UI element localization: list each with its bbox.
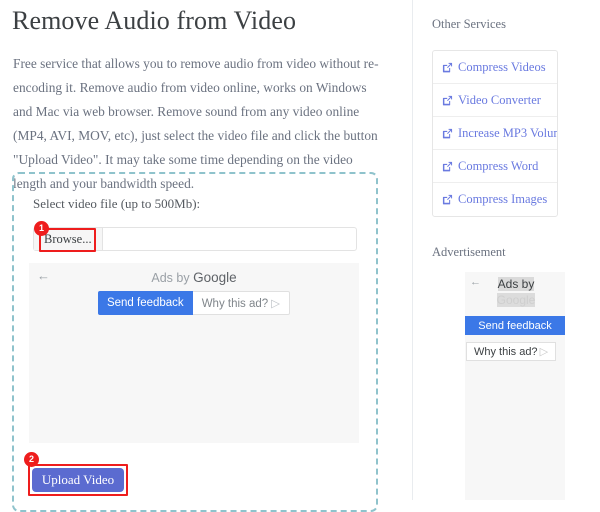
caret-icon: ▷ (271, 298, 281, 310)
why-this-ad-button[interactable]: Why this ad? ▷ (466, 342, 556, 361)
ad-back-arrow-icon[interactable]: ← (470, 277, 481, 288)
send-feedback-button[interactable]: Send feedback (465, 316, 565, 335)
annotation-badge-2: 2 (24, 452, 39, 467)
page-title: Remove Audio from Video (12, 6, 297, 35)
sidebar-google-ad: ← Ads by Google Send feedback Why this a… (465, 272, 565, 500)
other-services-heading: Other Services (432, 17, 506, 31)
annotation-badge-1: 1 (34, 221, 49, 236)
page-root: Remove Audio from Video Free service tha… (0, 0, 600, 512)
other-services-list: Compress Videos Video Converter Increase… (432, 50, 558, 217)
why-this-ad-label: Why this ad? (201, 298, 269, 310)
external-link-icon (442, 62, 453, 73)
ads-by-google-label: Ads by Google (29, 270, 359, 285)
upload-video-button[interactable]: Upload Video (32, 468, 124, 492)
main-content-column: Remove Audio from Video Free service tha… (0, 0, 400, 512)
ads-by-text: Ads by (497, 277, 535, 291)
sidebar-item-compress-videos[interactable]: Compress Videos (433, 51, 557, 84)
external-link-icon (442, 194, 453, 205)
sidebar-item-label: Video Converter (458, 92, 541, 107)
ads-by-google-label: Ads by Google (485, 276, 547, 308)
sidebar-item-increase-mp3-volume[interactable]: Increase MP3 Volume (433, 117, 557, 150)
sidebar-item-compress-word[interactable]: Compress Word (433, 150, 557, 183)
sidebar-item-video-converter[interactable]: Video Converter (433, 84, 557, 117)
ads-by-text: Ads by (151, 271, 190, 285)
sidebar-item-label: Compress Word (458, 158, 539, 173)
sidebar-item-label: Compress Videos (458, 59, 546, 74)
google-wordmark: Google (193, 270, 237, 285)
file-input[interactable]: Browse... (33, 227, 357, 251)
external-link-icon (442, 95, 453, 106)
ad-button-row: Send feedback Why this ad? ▷ (29, 291, 359, 315)
sidebar-item-compress-images[interactable]: Compress Images (433, 183, 557, 216)
external-link-icon (442, 161, 453, 172)
external-link-icon (442, 128, 453, 139)
why-this-ad-button[interactable]: Why this ad? ▷ (192, 291, 291, 315)
caret-icon: ▷ (539, 346, 549, 358)
advertisement-heading: Advertisement (432, 245, 506, 259)
send-feedback-button[interactable]: Send feedback (97, 291, 193, 315)
inline-google-ad: ← Ads by Google Send feedback Why this a… (29, 263, 359, 443)
why-this-ad-label: Why this ad? (473, 346, 538, 358)
sidebar-item-label: Increase MP3 Volume (458, 125, 558, 140)
select-file-label: Select video file (up to 500Mb): (33, 196, 201, 211)
column-divider (412, 0, 413, 500)
sidebar-column: Other Services Compress Videos Video Con… (425, 0, 600, 500)
sidebar-item-label: Compress Images (458, 192, 548, 206)
google-wordmark: Google (496, 293, 536, 307)
